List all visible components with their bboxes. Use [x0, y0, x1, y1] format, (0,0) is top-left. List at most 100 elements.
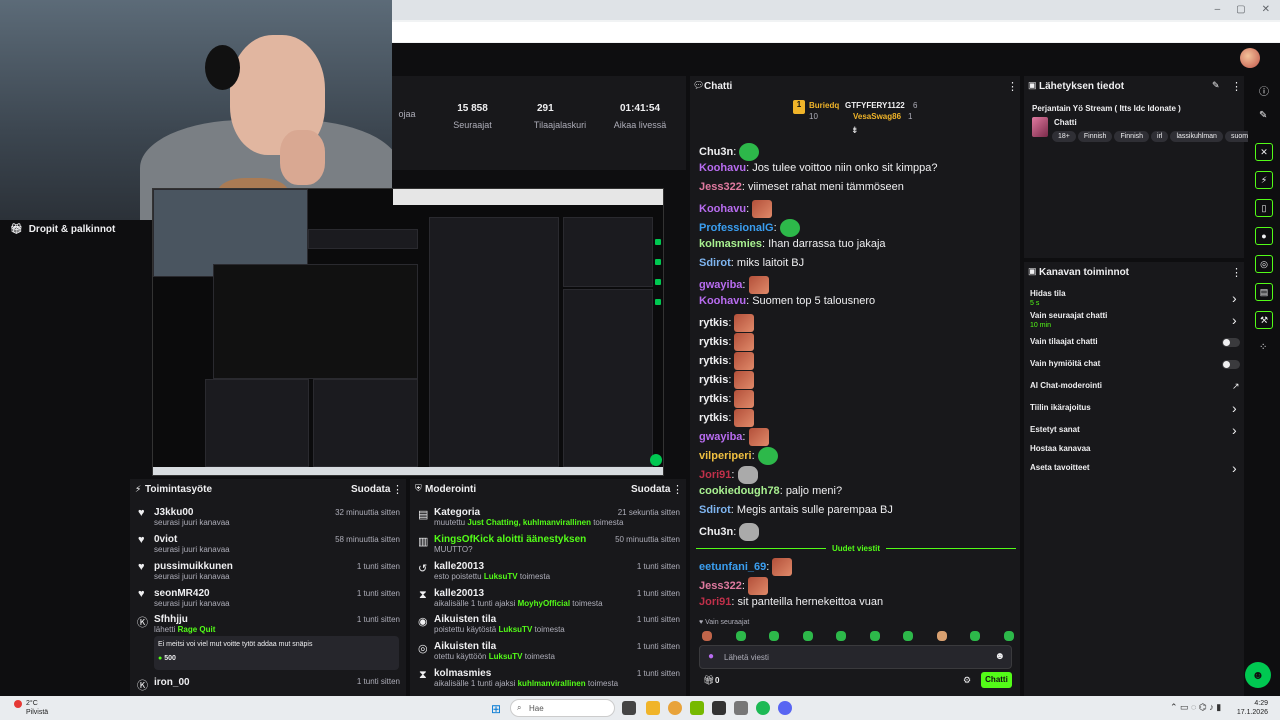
chat-bubble-icon[interactable]: ●	[1255, 227, 1273, 245]
chat-username[interactable]: rytkis	[699, 336, 728, 348]
emote-shortcut[interactable]	[735, 631, 746, 641]
stack-icon[interactable]: ▤	[1255, 283, 1273, 301]
chevron-right-icon[interactable]: ›	[1232, 290, 1237, 306]
channel-action-row[interactable]: AI Chat-moderointi	[1030, 381, 1102, 390]
nvidia-icon[interactable]	[690, 701, 704, 715]
more-icon[interactable]: ⋮	[672, 483, 683, 496]
spotify-icon[interactable]	[756, 701, 770, 715]
chat-username[interactable]: rytkis	[699, 412, 728, 424]
activity-row-name[interactable]: J3kku00	[154, 507, 193, 518]
mod-hl[interactable]: LuksuTV	[484, 572, 518, 581]
emote-shortcut[interactable]	[903, 631, 913, 641]
emote-shortcut[interactable]	[702, 631, 712, 641]
explorer-icon[interactable]	[646, 701, 660, 715]
gifter-name[interactable]: GTFYFERY1122	[845, 101, 905, 110]
channel-action-row[interactable]: Aseta tavoitteet	[1030, 463, 1090, 472]
chevron-right-icon[interactable]: ›	[1232, 400, 1237, 416]
activity-row-name[interactable]: seonMR420	[154, 588, 210, 599]
chat-username[interactable]: eetunfani_69	[699, 561, 766, 573]
external-link-icon[interactable]: ↗	[1232, 381, 1240, 392]
emote-shortcut[interactable]	[970, 631, 980, 641]
emote-shortcut[interactable]	[802, 631, 813, 641]
support-chat-button[interactable]: ☻	[1245, 662, 1271, 688]
activity-row-name[interactable]: 0viot	[154, 534, 177, 545]
clock[interactable]: 4:29 17.1.2026	[1237, 699, 1268, 717]
settings-icon[interactable]: ⚙	[963, 675, 971, 686]
close-window-button[interactable]: ✕	[1262, 4, 1270, 15]
toggle-switch[interactable]	[1222, 360, 1240, 369]
chevron-right-icon[interactable]: ›	[1232, 460, 1237, 476]
taskview-icon[interactable]	[622, 701, 636, 715]
channel-action-row[interactable]: Estetyt sanat	[1030, 425, 1080, 434]
more-icon[interactable]: ⋮	[1231, 80, 1242, 93]
emote-shortcut[interactable]	[836, 631, 846, 641]
mic-icon[interactable]: ●	[708, 651, 714, 662]
broadcast-wave-icon[interactable]: ◎	[1255, 255, 1273, 273]
chat-username[interactable]: Jori91	[699, 469, 731, 481]
activity-filter-button[interactable]: Suodata	[351, 484, 390, 495]
chat-username[interactable]: Chu3n	[699, 146, 733, 158]
activity-row-name[interactable]: iron_00	[154, 677, 190, 688]
more-icon[interactable]: ⋮	[1231, 266, 1242, 279]
channel-action-row[interactable]: Hidas tila 5 s	[1030, 289, 1066, 307]
emote-shortcut[interactable]	[769, 631, 779, 641]
chat-username[interactable]: rytkis	[699, 355, 728, 367]
chat-username[interactable]: ProfessionalG	[699, 222, 774, 234]
stream-preview[interactable]	[152, 188, 664, 476]
wrench-icon[interactable]: ⚒	[1255, 311, 1273, 329]
chat-username[interactable]: Sdirot	[699, 504, 731, 516]
mod-hl[interactable]: Just Chatting, kuhlmanvirallinen	[467, 518, 591, 527]
gift-icon[interactable]: 🎁︎	[703, 675, 714, 686]
stream-tag[interactable]: Finnish	[1114, 131, 1150, 142]
category-name[interactable]: Chatti	[1054, 118, 1077, 127]
address-bar[interactable]	[392, 22, 1280, 42]
stream-tag[interactable]: irl	[1151, 131, 1169, 142]
channel-action-row[interactable]: Vain tilaajat chatti	[1030, 337, 1098, 346]
gifter-name[interactable]: VesaSwag86	[853, 112, 901, 121]
drops-header[interactable]: 🎁︎ Dropit & palkinnot	[10, 224, 115, 235]
chat-username[interactable]: Koohavu	[699, 203, 746, 215]
collapse-icon[interactable]: ⇟	[851, 125, 859, 136]
doc-icon[interactable]: ▯	[1255, 199, 1273, 217]
mod-hl[interactable]: kuhlmanvirallinen	[518, 679, 586, 688]
mod-row-name[interactable]: kalle20013	[434, 561, 484, 572]
chat-username[interactable]: rytkis	[699, 374, 728, 386]
lightning-icon[interactable]: ⚡︎	[1255, 171, 1273, 189]
weather-widget[interactable]: 2°C Pilvistä	[26, 699, 48, 717]
settings-app-icon[interactable]	[734, 701, 748, 715]
emote-shortcut[interactable]	[936, 631, 947, 641]
browser-icon[interactable]	[668, 701, 682, 715]
channel-action-row[interactable]: Vain seuraajat chatti 10 min	[1030, 311, 1107, 329]
stream-tag[interactable]: lassikuhlman	[1170, 131, 1223, 142]
mod-row-name[interactable]: kalle20013	[434, 588, 484, 599]
chat-username[interactable]: gwayiba	[699, 431, 742, 443]
mod-hl[interactable]: LuksuTV	[489, 652, 523, 661]
gifter-name[interactable]: Buriedq	[809, 101, 839, 110]
discord-icon[interactable]	[778, 701, 792, 715]
chat-username[interactable]: rytkis	[699, 393, 728, 405]
emote-shortcut[interactable]	[1003, 631, 1014, 641]
chat-username[interactable]: vilperiperi	[699, 450, 752, 462]
channel-action-row[interactable]: Vain hymiöitä chat	[1030, 359, 1100, 368]
grid-icon[interactable]: ⁘	[1259, 342, 1267, 353]
mod-row-name[interactable]: kolmasmies	[434, 668, 491, 679]
minimize-button[interactable]: –	[1215, 4, 1221, 15]
start-icon[interactable]: ⊞	[491, 702, 501, 716]
moderation-filter-button[interactable]: Suodata	[631, 484, 670, 495]
chat-username[interactable]: cookiedough78	[699, 485, 780, 497]
chevron-right-icon[interactable]: ›	[1232, 422, 1237, 438]
chat-username[interactable]: rytkis	[699, 317, 728, 329]
drag-icon[interactable]: ✕	[1255, 143, 1273, 161]
channel-action-row[interactable]: Tiilin ikärajoitus	[1030, 403, 1091, 412]
chat-username[interactable]: Chu3n	[699, 526, 733, 538]
stream-tag[interactable]: 18+	[1052, 131, 1076, 142]
emoji-icon[interactable]: ☻	[994, 651, 1005, 662]
chevron-right-icon[interactable]: ›	[1232, 312, 1237, 328]
chat-username[interactable]: Jess322	[699, 580, 742, 592]
info-icon[interactable]: ⓘ	[1259, 83, 1269, 98]
activity-row-name[interactable]: pussimuikkunen	[154, 561, 233, 572]
pencil-icon[interactable]: ✎	[1259, 110, 1267, 121]
taskbar-search[interactable]: ⌕ Hae	[510, 699, 615, 717]
chat-username[interactable]: kolmasmies	[699, 238, 762, 250]
more-icon[interactable]: ⋮	[392, 483, 403, 496]
